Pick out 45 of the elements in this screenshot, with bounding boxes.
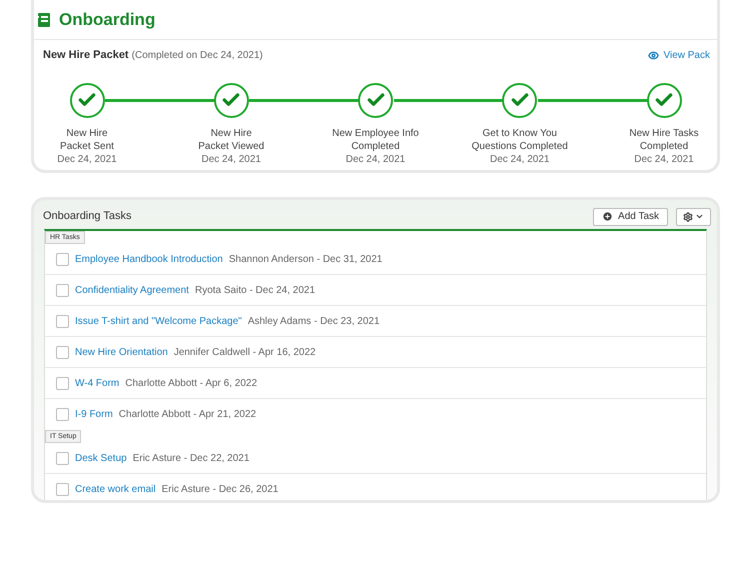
step-date: Dec 24, 2021: [634, 152, 694, 166]
step-label: New Hire Tasks Completed: [629, 126, 699, 152]
task-meta: Jennifer Caldwell - Apr 16, 2022: [174, 346, 316, 360]
settings-button[interactable]: [676, 208, 711, 226]
task-meta: Charlotte Abbott - Apr 6, 2022: [125, 376, 258, 390]
task-link[interactable]: Employee Handbook Introduction: [75, 252, 223, 266]
step-date: Dec 24, 2021: [490, 152, 550, 166]
task-link[interactable]: W-4 Form: [75, 376, 120, 390]
step-date: Dec 24, 2021: [57, 152, 117, 166]
plus-icon: [602, 211, 614, 222]
task-meta: Eric Asture - Dec 26, 2021: [162, 483, 278, 497]
step-date: Dec 24, 2021: [202, 152, 261, 166]
eye-icon: [648, 50, 660, 61]
task-checkbox[interactable]: [56, 408, 69, 421]
task-checkbox[interactable]: [56, 376, 69, 390]
task-checkbox[interactable]: [56, 284, 69, 296]
page-title: Onboarding: [59, 8, 156, 31]
view-packet-link[interactable]: View Pack: [648, 48, 710, 63]
task-meta: Shannon Anderson - Dec 31, 2021: [228, 252, 382, 266]
task-link[interactable]: Issue T-shirt and "Welcome Package": [75, 314, 242, 328]
step-label: New Employee Info Completed: [332, 126, 419, 152]
panel-title: Onboarding Tasks: [43, 209, 132, 224]
task-meta: Charlotte Abbott - Apr 21, 2022: [118, 408, 256, 422]
task-checkbox[interactable]: [56, 346, 69, 358]
step-date: Dec 24, 2021: [346, 152, 406, 166]
task-meta: Ryota Saito - Dec 24, 2021: [194, 284, 316, 298]
task-checkbox[interactable]: [56, 452, 69, 464]
task-link[interactable]: I-9 Form: [75, 407, 113, 422]
task-checkbox[interactable]: [56, 314, 69, 328]
task-link[interactable]: New Hire Orientation: [75, 344, 168, 360]
add-task-button[interactable]: Add Task: [593, 208, 668, 226]
caret-icon: [695, 212, 704, 221]
task-meta: Eric Asture - Dec 22, 2021: [132, 452, 250, 466]
task-meta: Ashley Adams - Dec 23, 2021: [248, 314, 380, 328]
task-checkbox[interactable]: [56, 483, 69, 496]
form-icon: [37, 12, 51, 26]
packet-heading: New Hire Packet (Completed on Dec 24, 2021): [43, 48, 263, 63]
task-link[interactable]: Desk Setup: [75, 450, 127, 466]
task-checkbox[interactable]: [56, 252, 69, 266]
settings-icon: [683, 212, 693, 222]
step-label: Get to Know You Questions Completed: [472, 126, 568, 152]
step-label: New Hire Packet Sent: [60, 126, 114, 152]
step-label: New Hire Packet Viewed: [198, 126, 264, 152]
task-link[interactable]: Confidentiality Agreement: [75, 282, 189, 298]
task-link[interactable]: Create work email: [75, 482, 156, 497]
